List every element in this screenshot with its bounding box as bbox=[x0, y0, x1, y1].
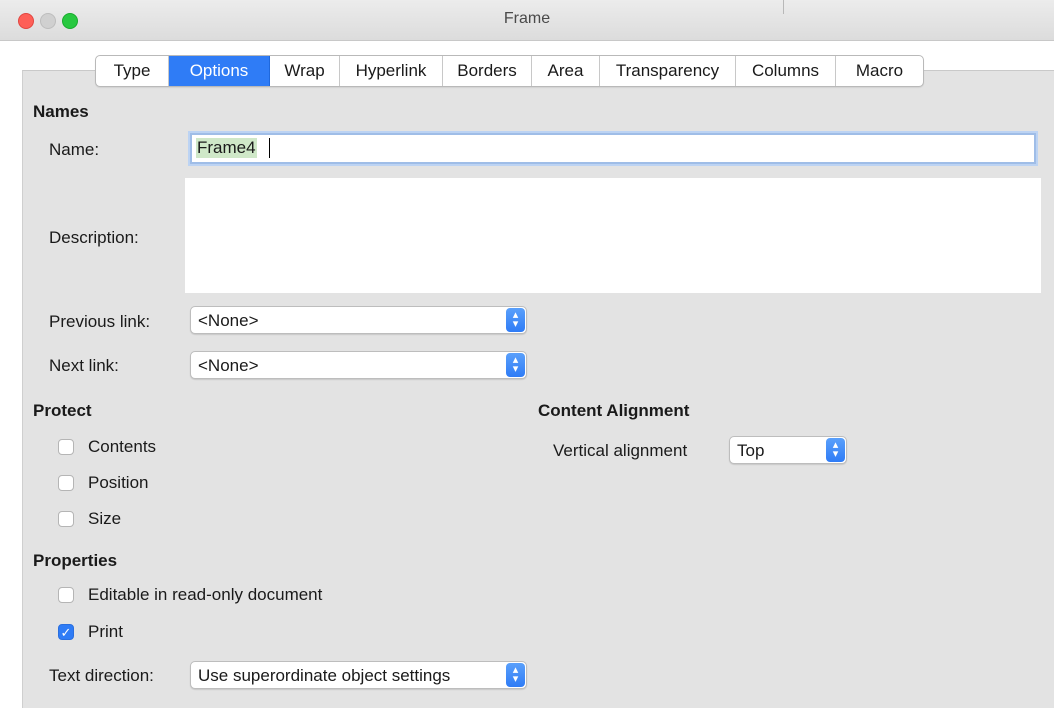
contents-checkbox[interactable] bbox=[58, 439, 74, 455]
previous-link-value: <None> bbox=[198, 311, 259, 330]
tab-macro[interactable]: Macro bbox=[836, 56, 923, 86]
dialog-panel bbox=[22, 70, 1054, 708]
chevron-updown-icon: ▴ ▾ bbox=[506, 308, 525, 332]
size-checkbox[interactable] bbox=[58, 511, 74, 527]
tab-bar: Type Options Wrap Hyperlink Borders Area… bbox=[95, 55, 924, 87]
text-direction-value: Use superordinate object settings bbox=[198, 666, 451, 685]
next-link-select[interactable]: <None> ▴ ▾ bbox=[190, 351, 527, 379]
names-heading: Names bbox=[33, 102, 89, 121]
properties-heading: Properties bbox=[33, 551, 118, 570]
name-input-value: Frame4 bbox=[196, 138, 257, 158]
editable-read-only-label[interactable]: Editable in read-only document bbox=[88, 585, 322, 605]
tab-wrap[interactable]: Wrap bbox=[270, 56, 340, 86]
vertical-alignment-select[interactable]: Top ▴ ▾ bbox=[729, 436, 847, 464]
title-bar[interactable]: Frame bbox=[0, 0, 1054, 41]
tab-type[interactable]: Type bbox=[96, 56, 169, 86]
tab-area[interactable]: Area bbox=[532, 56, 600, 86]
position-checkbox-label[interactable]: Position bbox=[88, 473, 148, 493]
print-checkbox-label[interactable]: Print bbox=[88, 622, 123, 642]
next-link-value: <None> bbox=[198, 356, 259, 375]
content-alignment-heading: Content Alignment bbox=[538, 401, 690, 420]
editable-read-only-checkbox[interactable] bbox=[58, 587, 74, 603]
tab-borders[interactable]: Borders bbox=[443, 56, 532, 86]
print-checkbox[interactable]: ✓ bbox=[58, 624, 74, 640]
window-title: Frame bbox=[503, 10, 551, 27]
size-checkbox-label[interactable]: Size bbox=[88, 509, 121, 529]
contents-checkbox-label[interactable]: Contents bbox=[88, 437, 156, 457]
name-label: Name: bbox=[49, 140, 100, 159]
tab-transparency[interactable]: Transparency bbox=[600, 56, 736, 86]
vertical-alignment-value: Top bbox=[737, 441, 765, 460]
position-checkbox[interactable] bbox=[58, 475, 74, 491]
tab-columns[interactable]: Columns bbox=[736, 56, 836, 86]
tab-hyperlink[interactable]: Hyperlink bbox=[340, 56, 443, 86]
chevron-updown-icon: ▴ ▾ bbox=[506, 353, 525, 377]
previous-link-select[interactable]: <None> ▴ ▾ bbox=[190, 306, 527, 334]
tab-options[interactable]: Options bbox=[169, 56, 270, 86]
description-textarea[interactable] bbox=[185, 178, 1041, 293]
previous-link-label: Previous link: bbox=[49, 312, 151, 331]
next-link-label: Next link: bbox=[49, 356, 119, 375]
text-direction-label: Text direction: bbox=[49, 666, 154, 685]
chevron-updown-icon: ▴ ▾ bbox=[826, 438, 845, 462]
text-direction-select[interactable]: Use superordinate object settings ▴ ▾ bbox=[190, 661, 527, 689]
title-bar-divider bbox=[783, 0, 784, 14]
text-cursor bbox=[269, 138, 270, 158]
protect-heading: Protect bbox=[33, 401, 92, 420]
name-input[interactable]: Frame4 bbox=[190, 133, 1036, 164]
vertical-alignment-label: Vertical alignment bbox=[553, 441, 688, 460]
chevron-updown-icon: ▴ ▾ bbox=[506, 663, 525, 687]
checkmark-icon: ✓ bbox=[60, 625, 72, 640]
description-label: Description: bbox=[49, 228, 139, 247]
frame-dialog: Frame Type Options Wrap Hyperlink Border… bbox=[0, 0, 1054, 708]
